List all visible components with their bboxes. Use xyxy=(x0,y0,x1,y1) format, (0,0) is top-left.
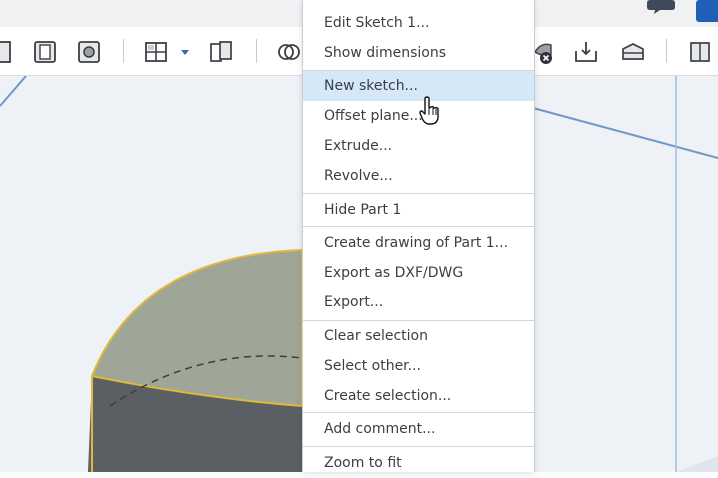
toolbar-divider xyxy=(123,39,124,63)
menu-item-hide-part[interactable]: Hide Part 1 xyxy=(303,195,534,225)
delete-part-icon[interactable] xyxy=(533,39,559,65)
menu-item-export-dxf-dwg[interactable]: Export as DXF/DWG xyxy=(303,258,534,288)
menu-item-show-dimensions[interactable]: Show dimensions xyxy=(303,38,534,68)
menu-divider xyxy=(303,446,534,447)
menu-item-zoom-to-fit[interactable]: Zoom to fit xyxy=(303,448,534,478)
comment-icon[interactable] xyxy=(646,0,676,14)
share-button[interactable] xyxy=(696,0,718,22)
menu-item-clear-selection[interactable]: Clear selection xyxy=(303,321,534,351)
extrude-plane-icon[interactable] xyxy=(573,39,599,65)
fillet-plane-icon[interactable] xyxy=(620,39,646,65)
menu-item-create-selection[interactable]: Create selection... xyxy=(303,381,534,411)
mirror-icon[interactable] xyxy=(208,39,234,65)
face-icon[interactable] xyxy=(0,39,16,65)
menu-item-export[interactable]: Export... xyxy=(303,287,534,317)
hole-icon[interactable] xyxy=(76,39,102,65)
menu-item-create-drawing[interactable]: Create drawing of Part 1... xyxy=(303,228,534,258)
hand-cursor-icon xyxy=(419,96,439,125)
boolean-icon[interactable] xyxy=(276,39,302,65)
menu-divider xyxy=(303,226,534,227)
menu-item-add-comment[interactable]: Add comment... xyxy=(303,414,534,444)
menu-item-edit-sketch[interactable]: Edit Sketch 1... xyxy=(303,8,534,38)
shell-icon[interactable] xyxy=(32,39,58,65)
menu-item-select-other[interactable]: Select other... xyxy=(303,351,534,381)
menu-item-extrude[interactable]: Extrude... xyxy=(303,131,534,161)
view-cube-icon[interactable] xyxy=(688,39,714,65)
context-menu: Edit Sketch 1... Show dimensions New ske… xyxy=(302,0,535,472)
dropdown-arrow-icon[interactable] xyxy=(176,39,202,65)
menu-divider xyxy=(303,412,534,413)
menu-item-revolve[interactable]: Revolve... xyxy=(303,161,534,191)
toolbar-divider xyxy=(256,39,257,63)
toolbar-divider xyxy=(666,39,667,63)
pattern-icon[interactable] xyxy=(143,39,169,65)
menu-divider xyxy=(303,193,534,194)
